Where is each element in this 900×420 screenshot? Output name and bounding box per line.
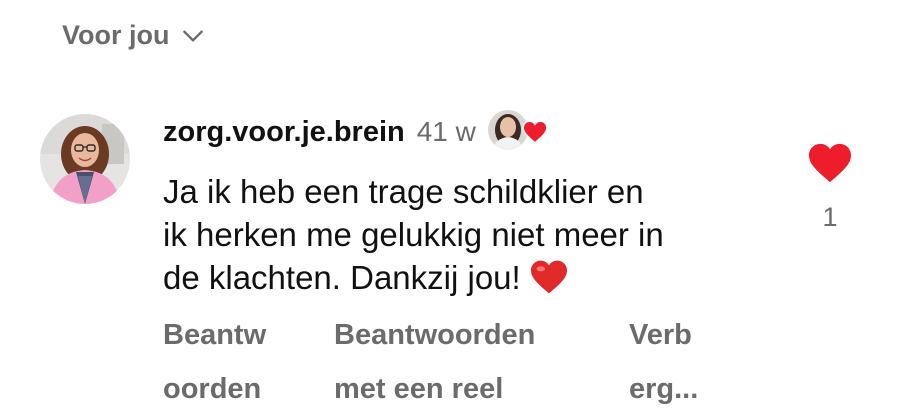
red-heart-emoji-icon	[530, 260, 567, 294]
reply-button[interactable]: Beantw oorden	[163, 308, 266, 416]
like-count: 1	[822, 202, 838, 232]
hide-button-label: erg...	[629, 373, 699, 405]
heart-icon	[522, 120, 548, 144]
reply-button-label: Beantw	[163, 319, 267, 351]
reply-with-reel-label: met een reel	[334, 373, 504, 405]
sort-filter-label: Voor jou	[62, 20, 170, 50]
reply-button-label: oorden	[163, 373, 262, 405]
avatar-image	[40, 114, 130, 204]
comment-timestamp: 41 w	[416, 116, 476, 147]
liked-by-creator-badge	[487, 110, 548, 154]
avatar[interactable]	[40, 114, 130, 204]
hide-button[interactable]: Verb erg...	[629, 308, 698, 416]
sort-filter-dropdown[interactable]: Voor jou	[62, 20, 206, 51]
comment-text-line: de klachten. Dankzij jou!	[163, 256, 773, 299]
hide-button-label: Verb	[629, 319, 692, 351]
comment-username[interactable]: zorg.voor.je.brein	[163, 116, 405, 149]
comment-text-line-end: de klachten. Dankzij jou!	[163, 259, 521, 296]
comment-text-line: ik herken me gelukkig niet meer in	[163, 216, 664, 253]
reply-with-reel-button[interactable]: Beantwoorden met een reel	[334, 308, 535, 416]
chevron-down-icon	[182, 29, 203, 42]
comment-text: Ja ik heb een trage schildklier en ik he…	[163, 170, 773, 299]
reply-with-reel-label: Beantwoorden	[334, 319, 536, 351]
comment-text-line: Ja ik heb een trage schildklier en	[163, 173, 644, 210]
like-heart-icon[interactable]	[807, 142, 853, 184]
